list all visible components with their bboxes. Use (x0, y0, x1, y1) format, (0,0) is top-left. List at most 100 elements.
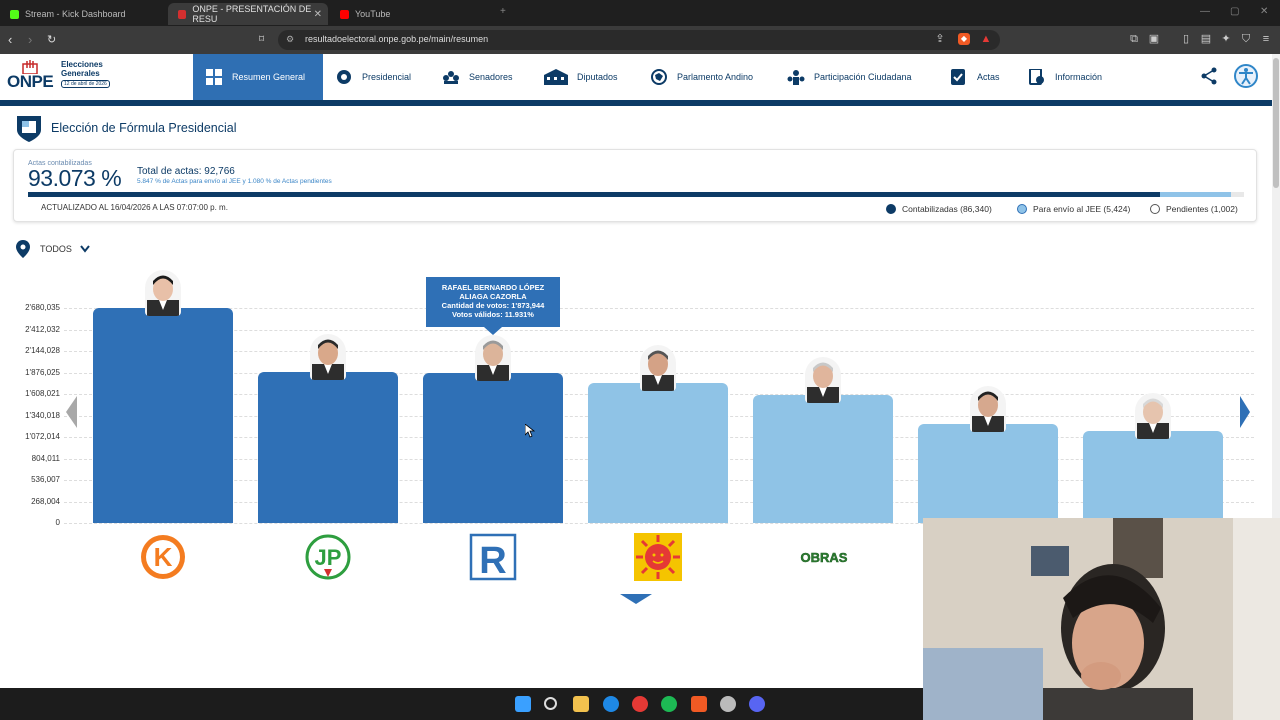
edge-icon[interactable] (603, 696, 619, 712)
nav-resumen-general[interactable]: Resumen General (193, 54, 323, 100)
share-icon[interactable] (1200, 67, 1218, 85)
candidate-bar[interactable] (423, 372, 563, 523)
forward-icon[interactable]: › (28, 32, 32, 48)
nav-label: Senadores (469, 72, 513, 82)
brave-rewards-icon[interactable]: ▲ (980, 33, 992, 45)
y-tick-label: 1'876,025 (25, 367, 60, 377)
updated-timestamp: ACTUALIZADO AL 16/04/2026 A LAS 07:07:00… (41, 203, 228, 212)
candidate-bar[interactable] (1083, 430, 1223, 523)
tooltip-valid-votes: Votos válidos: 11.931% (452, 310, 534, 319)
candidate-bar[interactable] (918, 423, 1058, 523)
brave-icon[interactable] (691, 696, 707, 712)
svg-text:R: R (479, 540, 506, 581)
andean-parliament-icon (651, 69, 667, 85)
nav-actas[interactable]: Actas (950, 54, 1000, 100)
webcam-overlay (923, 518, 1280, 720)
legend-dot (1150, 204, 1160, 214)
nav-senadores[interactable]: Senadores (442, 54, 513, 100)
leo-ai-icon[interactable]: ✦ (1220, 33, 1232, 45)
actas-percent: 93.073 % (28, 165, 122, 191)
renovacion-popular-logo[interactable]: R (469, 533, 517, 581)
obras-logo[interactable]: OBRAS (800, 533, 848, 581)
candidate-photo[interactable] (310, 334, 346, 381)
juntos-por-el-peru-logo[interactable]: JP (304, 533, 352, 581)
candidate-tooltip: RAFAEL BERNARDO LÓPEZ ALIAGA CAZORLA Can… (426, 277, 560, 335)
file-explorer-icon[interactable] (573, 696, 589, 712)
chrome-icon[interactable] (632, 696, 648, 712)
gridline (64, 329, 1254, 331)
deputies-icon (544, 69, 568, 85)
nav-diputados[interactable]: Diputados (544, 54, 618, 100)
reload-icon[interactable]: ↻ (47, 32, 56, 48)
nav-informacion[interactable]: Información (1028, 54, 1102, 100)
candidate-photo[interactable] (805, 357, 841, 404)
legend-dot (1017, 204, 1027, 214)
chart-prev-arrow[interactable] (66, 396, 77, 428)
candidate-bar[interactable] (258, 372, 398, 523)
close-tab-icon[interactable]: ✕ (314, 9, 322, 20)
onpe-logo[interactable]: ONPE Elecciones Generales 12 de abril de… (7, 60, 117, 94)
candidate-bar[interactable] (588, 383, 728, 523)
spotify-icon[interactable] (661, 696, 677, 712)
actas-subtext: 5.847 % de Actas para envío al JEE y 1.0… (137, 178, 332, 185)
chart-next-arrow[interactable] (1240, 396, 1250, 428)
legend-label: Contabilizadas (86,340) (902, 204, 992, 214)
brave-shields-icon[interactable]: ◆ (958, 33, 970, 45)
tab-youtube[interactable]: YouTube (330, 3, 495, 25)
back-icon[interactable]: ‹ (8, 32, 12, 48)
nav-participacion-ciudadana[interactable]: Participación Ciudadana (787, 54, 912, 100)
tab-kick[interactable]: Stream - Kick Dashboard (0, 3, 165, 25)
actas-progress-bar (28, 192, 1244, 197)
y-tick-label: 1'608,021 (25, 389, 60, 398)
new-tab-icon[interactable]: + (500, 6, 506, 17)
total-actas: Total de actas: 92,766 (137, 166, 235, 177)
vpn-icon[interactable]: ⛉ (1240, 33, 1252, 45)
y-tick-label: 0 (55, 518, 60, 527)
wallet-icon[interactable]: ▤ (1200, 33, 1212, 45)
browser-toolbar: ‹ › ↻ ⌑ ⚙ resultadoelectoral.onpe.gob.pe… (0, 26, 1280, 54)
extensions-icon[interactable]: ⧉ (1128, 33, 1140, 45)
close-window-icon[interactable]: ✕ (1260, 6, 1268, 17)
legend-jee: Para envío al JEE (5,424) (1017, 204, 1130, 214)
search-icon[interactable] (544, 697, 557, 710)
presidential-seal-icon (337, 70, 351, 84)
sun-party-logo[interactable] (634, 533, 682, 581)
nav-label: Información (1055, 72, 1103, 82)
tab-onpe[interactable]: ONPE - PRESENTACIÓN DE RESU ✕ (168, 3, 328, 25)
candidate-photo[interactable] (475, 334, 511, 381)
actas-check-icon (951, 69, 965, 85)
obs-icon[interactable] (720, 696, 736, 712)
share-page-icon[interactable]: ⇪ (934, 33, 946, 45)
bookmark-icon[interactable]: ⌑ (259, 32, 264, 48)
windows-start-icon[interactable] (515, 696, 531, 712)
region-filter[interactable]: TODOS (16, 240, 90, 258)
candidate-bar[interactable] (753, 395, 893, 523)
y-tick-label: 804,011 (31, 453, 60, 463)
tooltip-name-line1: RAFAEL BERNARDO LÓPEZ (441, 283, 545, 292)
fuerza-popular-logo[interactable]: K (139, 533, 187, 581)
page-title: Elección de Fórmula Presidencial (51, 121, 237, 135)
menu-icon[interactable]: ≡ (1260, 33, 1272, 45)
nav-parlamento-andino[interactable]: Parlamento Andino (650, 54, 753, 100)
nav-presidencial[interactable]: Presidencial (335, 54, 411, 100)
screenshot-icon[interactable]: ▣ (1148, 33, 1160, 45)
y-tick-label: 1'340,018 (25, 410, 60, 420)
site-info-icon[interactable]: ⚙ (286, 34, 294, 45)
address-bar[interactable]: ⚙ resultadoelectoral.onpe.gob.pe/main/re… (278, 30, 1000, 50)
tab-label: Stream - Kick Dashboard (25, 9, 126, 19)
candidate-photo[interactable] (145, 270, 181, 316)
candidate-photo[interactable] (640, 345, 676, 392)
candidate-photo[interactable] (970, 385, 1006, 432)
url-text: resultadoelectoral.onpe.gob.pe/main/resu… (305, 34, 489, 44)
candidate-photo[interactable] (1135, 392, 1171, 439)
discord-icon[interactable] (749, 696, 765, 712)
webcam-streamer-image (923, 518, 1280, 720)
candidate-bar[interactable] (93, 308, 233, 523)
accessibility-icon[interactable] (1234, 64, 1258, 88)
sidebar-icon[interactable]: ▯ (1180, 33, 1192, 45)
y-tick-label: 268,004 (31, 496, 60, 506)
maximize-icon[interactable]: ▢ (1230, 6, 1239, 17)
minimize-icon[interactable]: — (1200, 6, 1210, 17)
page-scrollbar-thumb[interactable] (1273, 58, 1279, 188)
legend-pendientes: Pendientes (1,002) (1150, 204, 1238, 214)
